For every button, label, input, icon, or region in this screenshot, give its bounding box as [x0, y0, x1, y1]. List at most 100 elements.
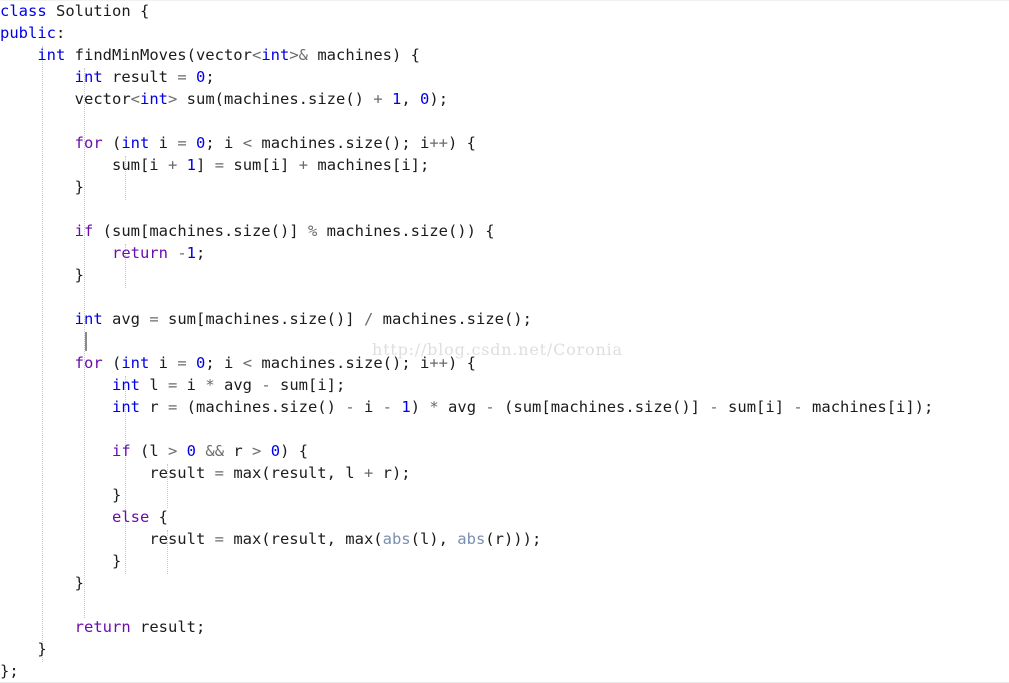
code-token: int	[111, 398, 140, 416]
code-token: r	[224, 442, 253, 460]
code-token: int	[140, 90, 168, 108]
code-line[interactable]: for (int i = 0; i < machines.size(); i++…	[0, 132, 1009, 154]
code-token: -	[709, 398, 719, 416]
code-token: }	[74, 574, 84, 592]
code-line[interactable]: public:	[0, 22, 1009, 44]
code-token: abs	[457, 530, 486, 548]
code-line[interactable]	[0, 330, 1009, 352]
code-token: r	[139, 398, 168, 416]
code-line[interactable]: }	[0, 550, 1009, 572]
code-line[interactable]: return result;	[0, 616, 1009, 638]
code-line[interactable]: int findMinMoves(vector<int>& machines) …	[0, 44, 1009, 66]
code-line[interactable]: int result = 0;	[0, 66, 1009, 88]
code-token: <	[130, 90, 140, 108]
code-token: 1	[186, 156, 197, 174]
code-token: int	[111, 376, 140, 394]
code-token: &	[298, 46, 308, 64]
code-token: else	[111, 508, 150, 526]
code-token: +	[373, 90, 383, 108]
code-token: +	[167, 156, 178, 174]
code-token: -	[261, 376, 271, 394]
code-token: -	[793, 398, 803, 416]
code-token: int	[74, 310, 103, 328]
code-line[interactable]: }	[0, 176, 1009, 198]
code-token: sum(machines.size()	[177, 90, 374, 108]
code-line[interactable]: }	[0, 638, 1009, 660]
code-token: ) {	[448, 134, 477, 152]
code-line[interactable]	[0, 198, 1009, 220]
code-token: avg	[102, 310, 150, 328]
code-token: *	[429, 398, 439, 416]
code-line[interactable]: vector<int> sum(machines.size() + 1, 0);	[0, 88, 1009, 110]
code-token: Solution	[56, 2, 131, 20]
code-line[interactable]: int l = i * avg - sum[i];	[0, 374, 1009, 396]
code-token: 0	[196, 134, 206, 152]
code-token: max(result, l	[223, 464, 364, 482]
code-token: =	[177, 68, 187, 86]
code-token: }	[111, 486, 122, 504]
code-line[interactable]: }	[0, 572, 1009, 594]
code-token: 0	[196, 68, 206, 86]
code-token: int	[121, 354, 150, 372]
code-line[interactable]: sum[i + 1] = sum[i] + machines[i];	[0, 154, 1009, 176]
code-line[interactable]: for (int i = 0; i < machines.size(); i++…	[0, 352, 1009, 374]
code-token: }	[111, 552, 122, 570]
code-line[interactable]: };	[0, 660, 1009, 682]
code-line[interactable]	[0, 594, 1009, 616]
code-token: =	[177, 354, 187, 372]
code-token: >	[168, 90, 178, 108]
code-token: sum[machines.size()]	[158, 310, 364, 328]
code-line[interactable]: result = max(result, l + r);	[0, 462, 1009, 484]
code-token: 0	[186, 442, 197, 460]
code-line[interactable]: }	[0, 484, 1009, 506]
code-line[interactable]: if (sum[machines.size()] % machines.size…	[0, 220, 1009, 242]
code-token: vector	[74, 90, 131, 108]
code-token: }	[37, 640, 47, 658]
code-token: ,	[401, 90, 421, 108]
code-line[interactable]: result = max(result, max(abs(l), abs(r))…	[0, 528, 1009, 550]
code-line[interactable]: }	[0, 264, 1009, 286]
code-token: =	[214, 464, 224, 482]
code-token: machines.size(); i	[252, 354, 430, 372]
code-line[interactable]: if (l > 0 && r > 0) {	[0, 440, 1009, 462]
code-token: sum[i]	[224, 156, 299, 174]
code-token: result;	[130, 618, 206, 636]
code-line[interactable]	[0, 418, 1009, 440]
code-line[interactable]: class Solution {	[0, 0, 1009, 22]
code-token: max(result, max(	[223, 530, 383, 548]
code-line[interactable]: int avg = sum[machines.size()] / machine…	[0, 308, 1009, 330]
code-text-layer[interactable]: class Solution {public: int findMinMoves…	[0, 0, 1009, 682]
code-line[interactable]: else {	[0, 506, 1009, 528]
code-token: }	[74, 266, 84, 284]
code-line[interactable]	[0, 110, 1009, 132]
code-line[interactable]: return -1;	[0, 242, 1009, 264]
code-token: };	[0, 662, 19, 680]
code-token: =	[167, 376, 178, 394]
code-token: ++	[429, 134, 449, 152]
code-editor-surface[interactable]: http://blog.csdn.net/Coronia class Solut…	[0, 0, 1009, 683]
code-token: result	[149, 530, 215, 548]
code-token: =	[214, 530, 224, 548]
code-line[interactable]	[0, 286, 1009, 308]
code-line[interactable]: int r = (machines.size() - i - 1) * avg …	[0, 396, 1009, 418]
code-token: int	[261, 46, 290, 64]
code-token: *	[205, 376, 215, 394]
code-token: result	[149, 464, 215, 482]
